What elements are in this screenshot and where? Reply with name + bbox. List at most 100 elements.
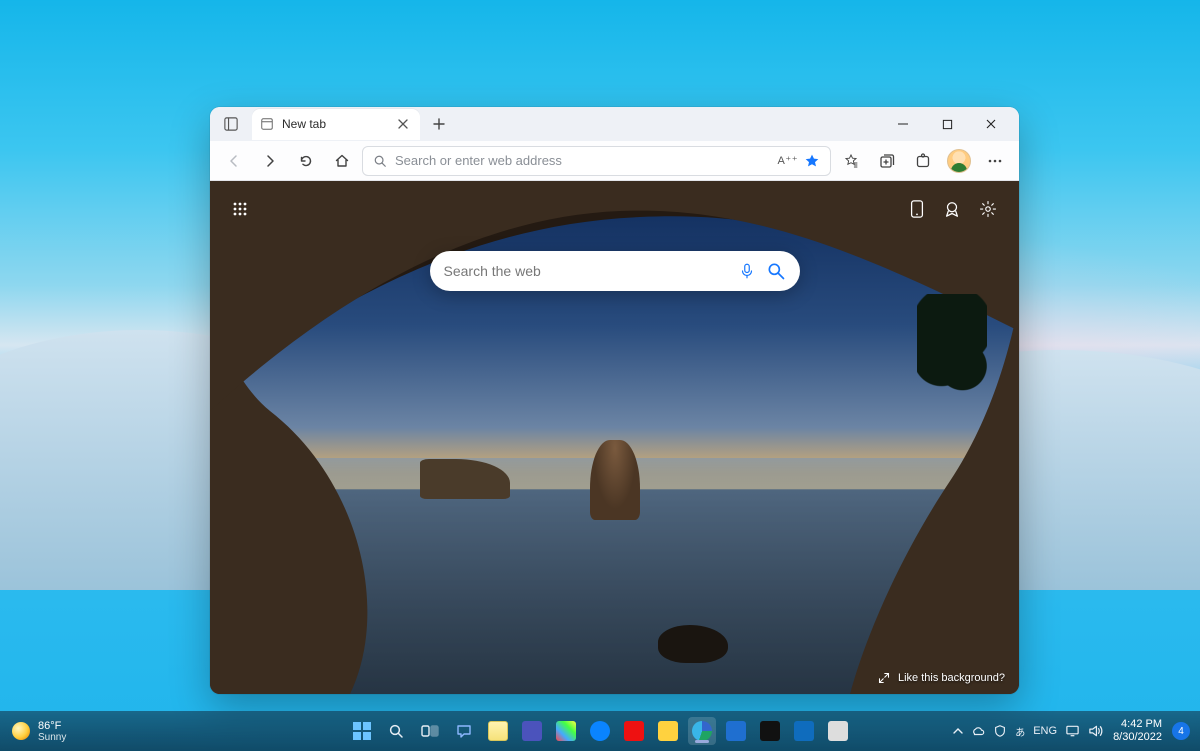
refresh-button[interactable] [290,145,322,177]
onedrive-icon[interactable] [971,724,985,738]
camera-icon [658,721,678,741]
clock-time: 4:42 PM [1113,718,1162,731]
task-view-icon [421,724,439,738]
ntp-search-box[interactable] [430,251,800,291]
defender-icon[interactable] [993,724,1007,738]
extensions-icon [915,153,931,169]
store-icon [726,721,746,741]
edge-icon [692,721,712,741]
file-explorer-button[interactable] [484,717,512,745]
apps-launcher-button[interactable] [232,201,248,217]
paint-button[interactable] [552,717,580,745]
search-icon [373,154,387,168]
tab-label: New tab [282,117,386,131]
teams-button[interactable] [518,717,546,745]
search-icon [388,723,404,739]
weather-desc: Sunny [38,732,66,743]
people-button[interactable] [586,717,614,745]
collections-button[interactable] [871,145,903,177]
more-icon [987,153,1003,169]
windows-logo-icon [353,722,371,740]
minimize-icon [897,118,909,130]
sun-icon [12,722,30,740]
terminal-button[interactable] [756,717,784,745]
home-button[interactable] [326,145,358,177]
camera-button[interactable] [654,717,682,745]
file-explorer-icon [488,721,508,741]
search-icon [766,261,786,281]
taskbar-clock[interactable]: 4:42 PM 8/30/2022 [1113,718,1162,743]
chat-icon [456,723,472,739]
ntp-search-input[interactable] [444,263,728,279]
vertical-tabs-icon [224,117,238,131]
people-icon [590,721,610,741]
favorites-list-icon [843,153,859,169]
close-icon [985,118,997,130]
solitaire-icon [624,721,644,741]
language-indicator[interactable]: ENG [1033,725,1057,737]
text-size-icon[interactable]: A⁺⁺ [778,154,798,167]
tab-active[interactable]: New tab [252,109,420,139]
titlebar[interactable]: New tab [210,107,1019,141]
store-button[interactable] [722,717,750,745]
desktop: New tab A⁺⁺ [0,0,1200,751]
start-button[interactable] [348,717,376,745]
close-window-button[interactable] [969,107,1013,141]
plus-icon [433,118,445,130]
voice-search-button[interactable] [738,262,756,280]
maximize-button[interactable] [925,107,969,141]
terminal-icon [760,721,780,741]
toolbar: A⁺⁺ [210,141,1019,181]
mobile-button[interactable] [909,200,925,218]
rewards-button[interactable] [943,200,961,218]
refresh-icon [298,153,314,169]
taskbar-right: あ ENG 4:42 PM 8/30/2022 4 [953,718,1200,743]
chat-button[interactable] [450,717,478,745]
back-button[interactable] [218,145,250,177]
volume-icon[interactable] [1088,724,1103,738]
tab-close-button[interactable] [394,115,412,133]
more-button[interactable] [979,145,1011,177]
avatar-icon [947,149,971,173]
taskbar-weather[interactable]: 86°F Sunny [0,720,66,743]
system-tray[interactable]: あ ENG [953,724,1103,739]
home-icon [334,153,350,169]
like-background[interactable]: Like this background? [878,672,1005,684]
notifications-button[interactable]: 4 [1172,722,1190,740]
star-filled-icon [804,153,820,169]
weather-temp: 86°F [38,720,66,732]
microphone-icon [738,262,756,280]
address-bar[interactable]: A⁺⁺ [362,146,831,176]
extensions-button[interactable] [907,145,939,177]
back-icon [226,153,242,169]
taskbar-search-button[interactable] [382,717,410,745]
photos-button[interactable] [824,717,852,745]
expand-icon [878,672,890,684]
solitaire-button[interactable] [620,717,648,745]
edge-taskbar-button[interactable] [688,717,716,745]
minimize-button[interactable] [881,107,925,141]
profile-button[interactable] [943,145,975,177]
clock-date: 8/30/2022 [1113,731,1162,744]
ntp-topbar [210,181,1019,237]
forward-button[interactable] [254,145,286,177]
favorite-button[interactable] [804,153,820,169]
paint-icon [556,721,576,741]
chevron-up-icon[interactable] [953,726,963,736]
taskbar[interactable]: 86°F Sunny あ [0,711,1200,751]
vertical-tabs-button[interactable] [216,110,246,138]
network-icon[interactable] [1065,724,1080,738]
medal-icon [943,200,961,218]
mobile-icon [909,200,925,218]
forward-icon [262,153,278,169]
outlook-icon [794,721,814,741]
new-tab-button[interactable] [424,110,454,138]
favorites-list-button[interactable] [835,145,867,177]
outlook-button[interactable] [790,717,818,745]
ime-indicator[interactable]: あ [1015,724,1025,739]
edge-browser-window: New tab A⁺⁺ [210,107,1019,694]
page-settings-button[interactable] [979,200,997,218]
task-view-button[interactable] [416,717,444,745]
address-input[interactable] [395,153,770,168]
ntp-search-button[interactable] [766,261,786,281]
